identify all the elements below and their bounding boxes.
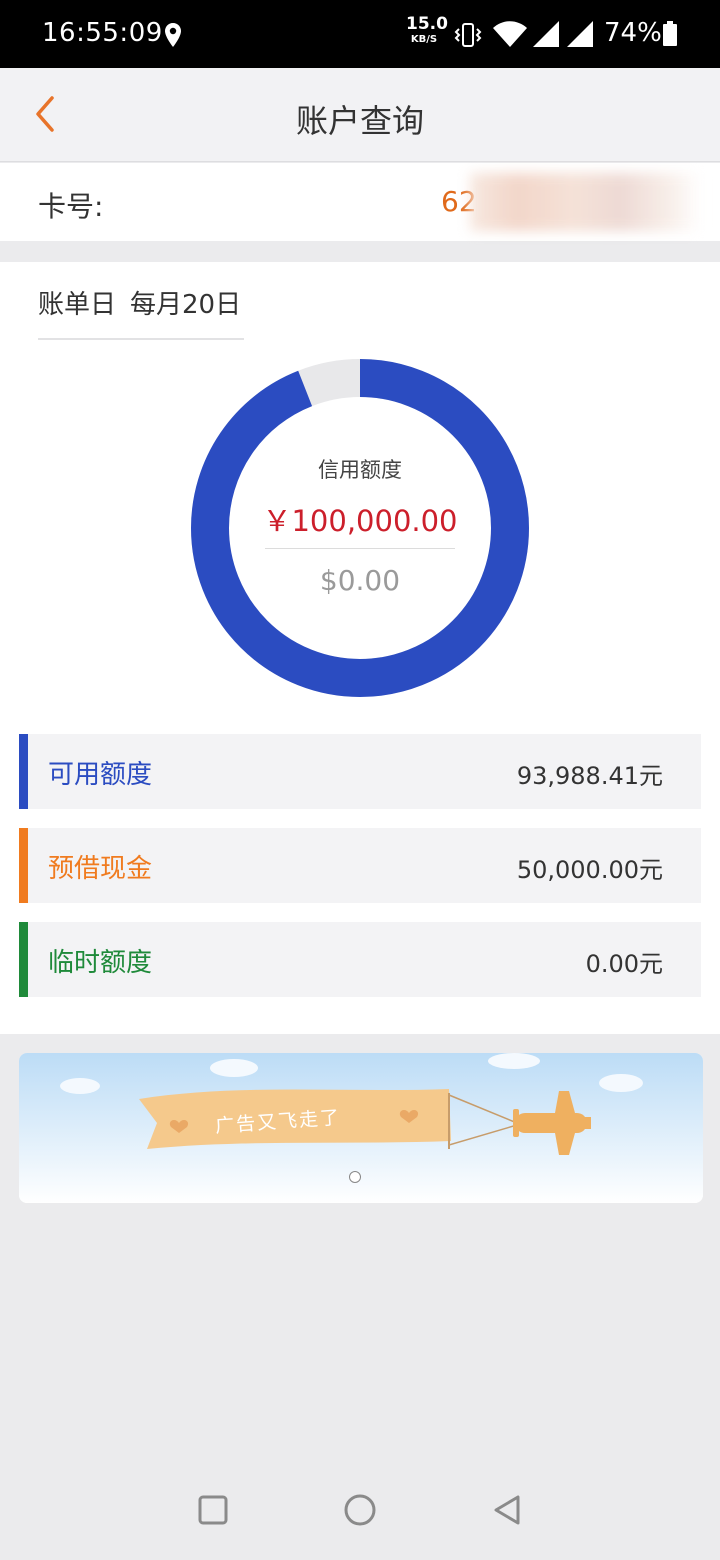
- wifi-icon: [493, 21, 527, 47]
- app-header: 账户查询: [0, 68, 720, 162]
- signal-icon-2: [567, 21, 593, 47]
- row-color-bar: [19, 828, 28, 903]
- status-bar: 16:55:09 15.0 KB/S 74%: [0, 0, 720, 68]
- bill-day: 账单日 每月20日: [38, 284, 241, 321]
- row-color-bar: [19, 922, 28, 997]
- temporary-limit-value: 0.00元: [585, 950, 663, 978]
- ad-banner-image: [19, 1053, 703, 1203]
- divider: [38, 338, 244, 340]
- status-time: 16:55:09: [42, 18, 163, 48]
- bill-day-value: 每月20日: [130, 290, 242, 320]
- square-icon[interactable]: [193, 1490, 233, 1530]
- battery-icon: [663, 21, 677, 46]
- card-number-label: 卡号:: [38, 190, 104, 223]
- donut-divider: [265, 548, 455, 549]
- triangle-back-icon[interactable]: [488, 1490, 528, 1530]
- credit-panel: 账单日 每月20日 信用额度 ￥100,000.00 $0.00 可用额度 93,…: [0, 262, 720, 1034]
- location-icon: [165, 23, 181, 47]
- vibrate-icon: [454, 23, 482, 47]
- ad-banner[interactable]: 广告又飞走了: [19, 1053, 703, 1203]
- credit-limit-cny: ￥100,000.00: [262, 504, 458, 538]
- card-number-row: 卡号: 62: [0, 163, 720, 241]
- cash-advance-row[interactable]: 预借现金 50,000.00元: [19, 828, 701, 903]
- battery-percent: 74%: [604, 18, 662, 48]
- bill-day-label: 账单日: [38, 290, 117, 320]
- available-limit-label: 可用额度: [48, 760, 153, 790]
- available-limit-row[interactable]: 可用额度 93,988.41元: [19, 734, 701, 809]
- signal-icon: [533, 21, 559, 47]
- credit-limit-label: 信用额度: [318, 458, 402, 482]
- temporary-limit-label: 临时额度: [48, 948, 153, 978]
- cash-advance-label: 预借现金: [48, 854, 153, 884]
- network-speed: 15.0 KB/S: [406, 14, 448, 45]
- page-title: 账户查询: [295, 102, 424, 140]
- system-nav-bar: [0, 1460, 720, 1560]
- row-color-bar: [19, 734, 28, 809]
- card-number-mask: [470, 173, 702, 231]
- circle-icon[interactable]: [340, 1490, 380, 1530]
- credit-limit-usd: $0.00: [319, 564, 401, 597]
- available-limit-value: 93,988.41元: [516, 762, 663, 790]
- cash-advance-value: 50,000.00元: [516, 856, 663, 884]
- carousel-indicator[interactable]: [349, 1171, 361, 1183]
- temporary-limit-row[interactable]: 临时额度 0.00元: [19, 922, 701, 997]
